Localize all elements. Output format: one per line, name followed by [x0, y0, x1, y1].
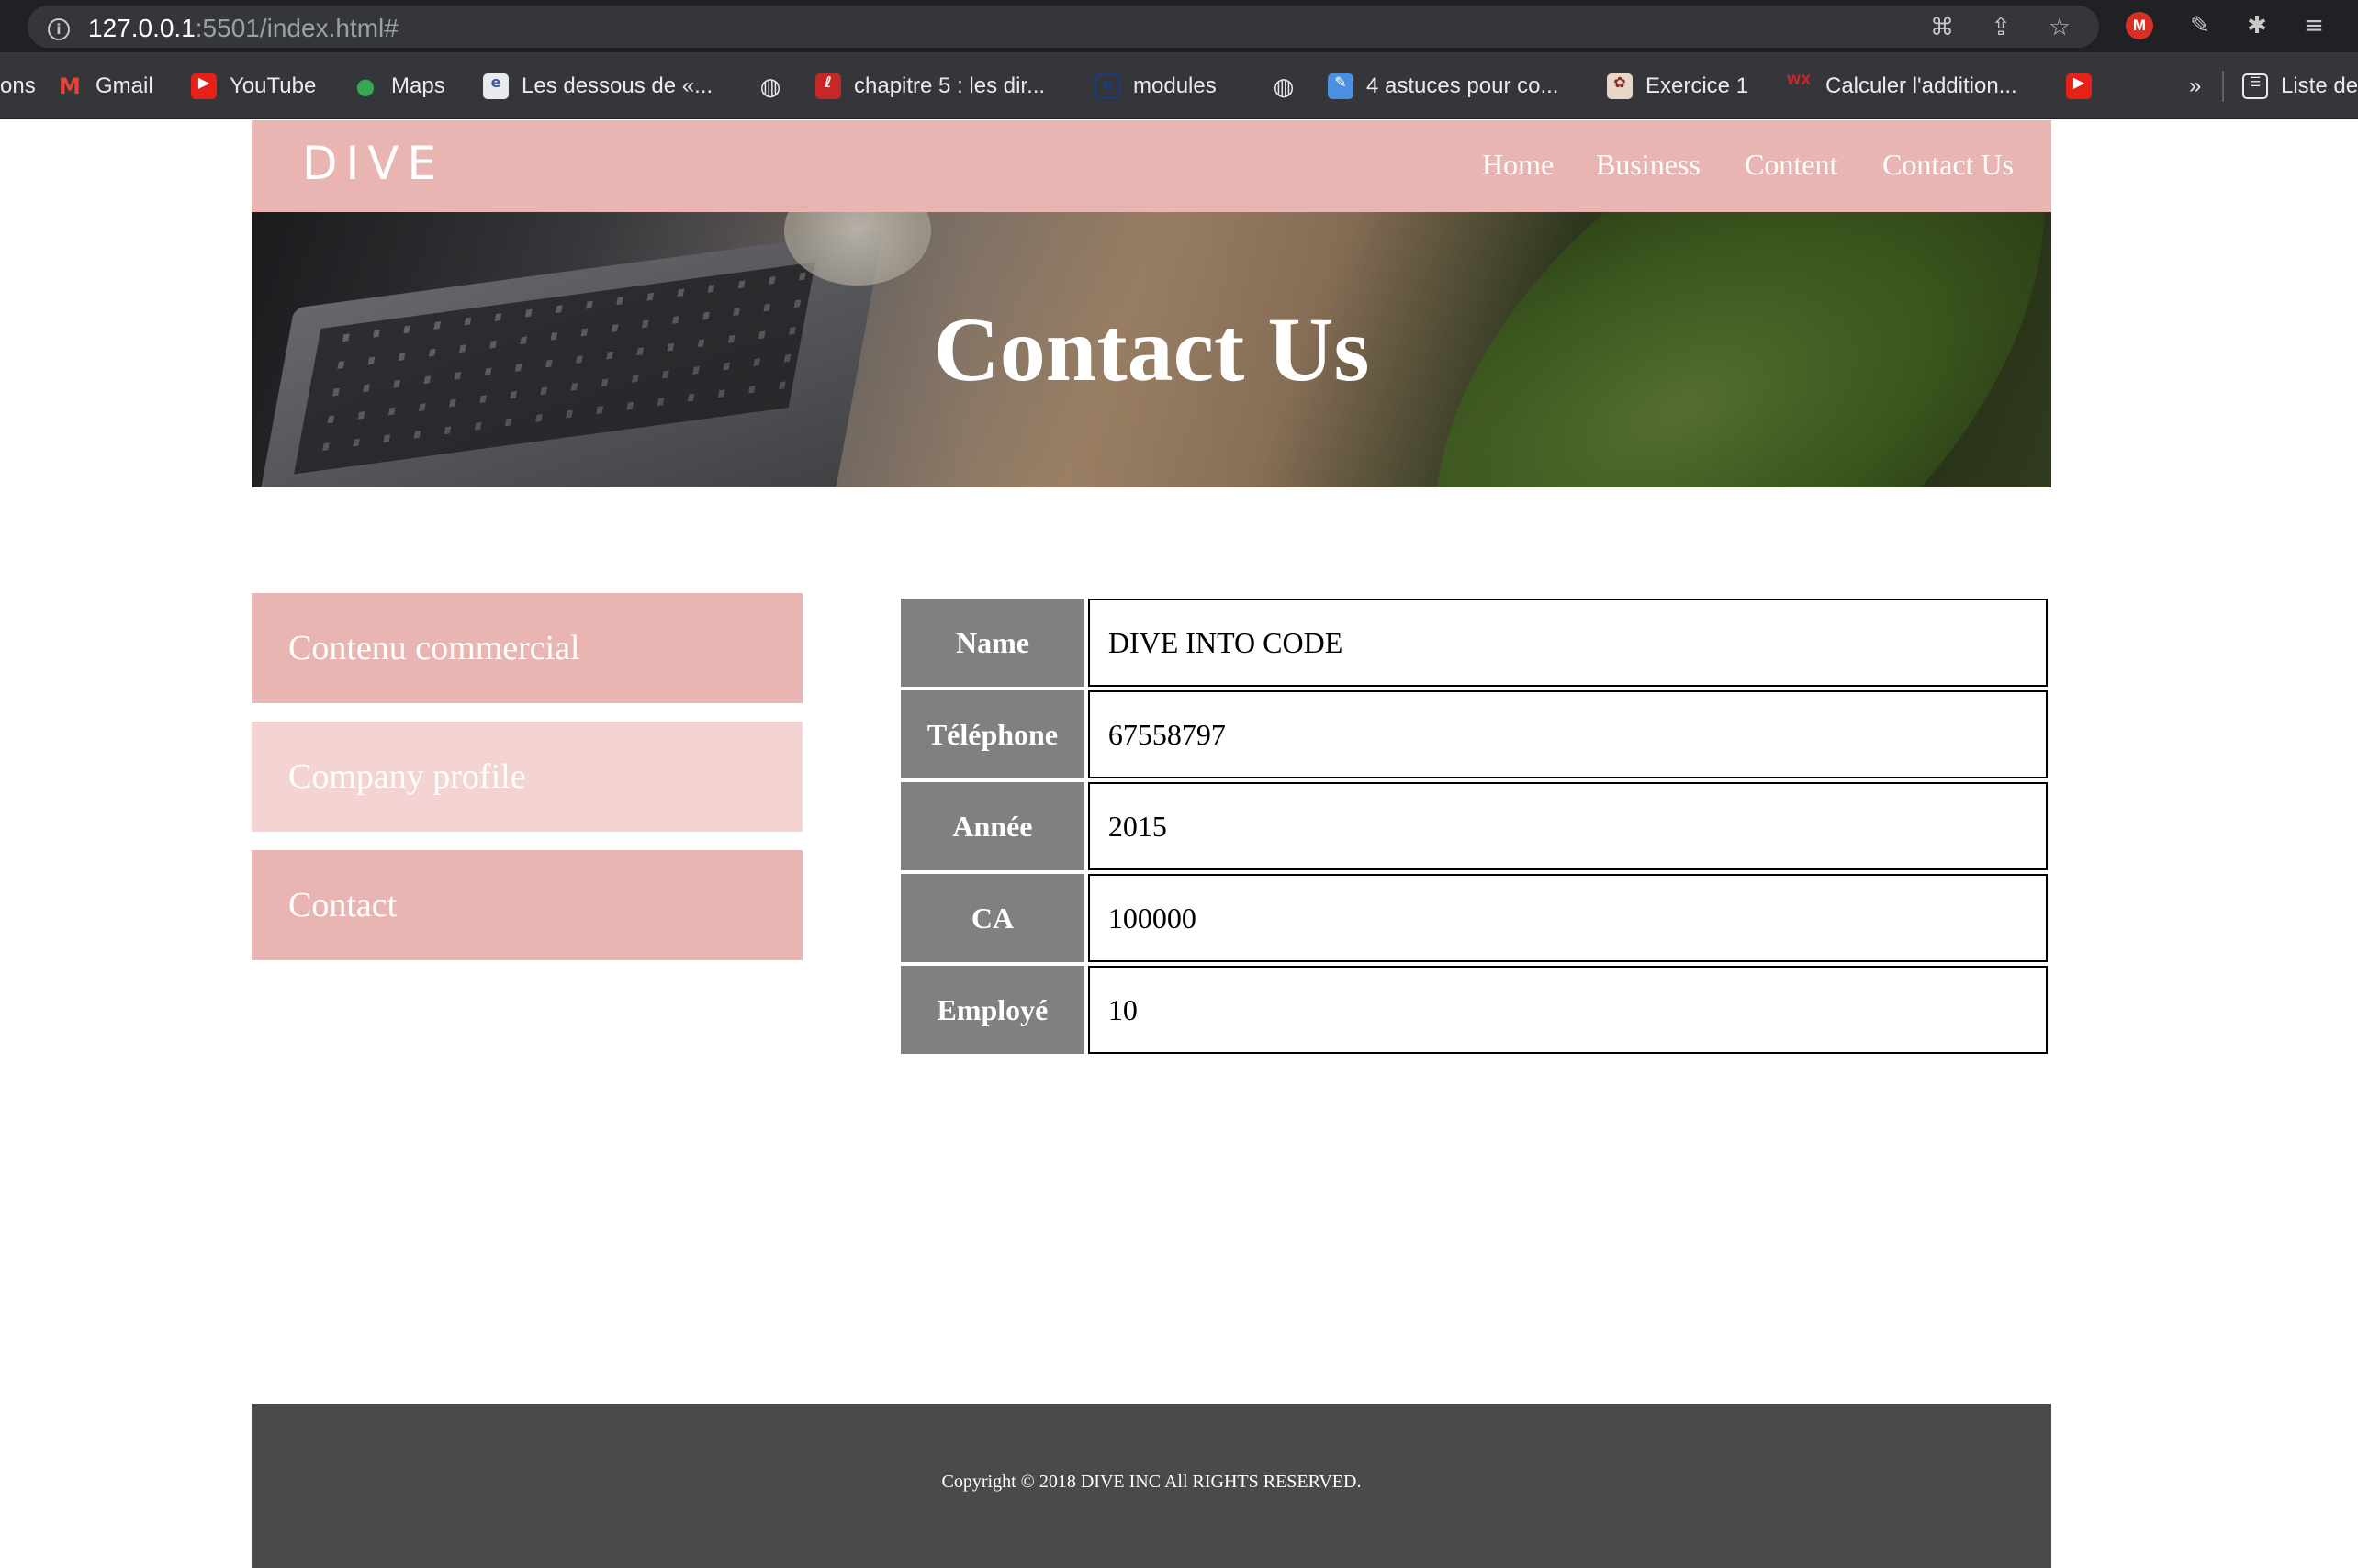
row-header: CA: [901, 874, 1084, 962]
bookmark-label: ons: [0, 73, 36, 98]
chevron-double-right-icon: »: [2189, 73, 2202, 98]
bookmark-label: Les dessous de «...: [522, 73, 713, 98]
table-row: CA 100000: [901, 874, 2048, 962]
address-bar[interactable]: i 127.0.0.1:5501/index.html# ⌘ ⇪ ☆: [28, 6, 2099, 48]
modules-favicon-icon: e: [1095, 73, 1120, 99]
row-header: Employé: [901, 966, 1084, 1054]
bookmark-4-astuces[interactable]: ✎ 4 astuces pour co...: [1328, 52, 1558, 119]
youtube-icon: ▶: [191, 73, 217, 99]
bookmark-youtube[interactable]: ▶ YouTube: [191, 52, 316, 119]
hero-banner: Contact Us: [252, 212, 2051, 487]
openclassrooms-icon: ℓ: [815, 73, 841, 99]
row-value: 100000: [1087, 874, 2048, 962]
site-header: DIVE Home Business Content Contact Us: [252, 120, 2051, 212]
side-menu-item-company-profile[interactable]: Company profile: [252, 722, 803, 832]
company-info-table: Name DIVE INTO CODE Téléphone 67558797 A…: [897, 595, 2051, 1058]
row-value: 67558797: [1087, 690, 2048, 778]
bookmark-gmail[interactable]: M Gmail: [57, 52, 153, 119]
site-favicon-icon: e: [483, 73, 509, 99]
youtube-icon: ▶: [2066, 73, 2092, 99]
globe-icon: ◍: [759, 73, 781, 101]
exercise-favicon-icon: ✿: [1607, 73, 1633, 99]
row-header: Name: [901, 599, 1084, 687]
table-row: Employé 10: [901, 966, 2048, 1054]
row-header: Téléphone: [901, 690, 1084, 778]
row-value: 10: [1087, 966, 2048, 1054]
bookmark-label: Maps: [391, 73, 445, 98]
puzzle-extensions-icon[interactable]: ✱: [2240, 9, 2274, 42]
gmail-icon: M: [59, 73, 81, 99]
site-footer: Copyright © 2018 DIVE INC All RIGHTS RES…: [252, 1404, 2051, 1568]
bookmark-label: chapitre 5 : les dir...: [854, 73, 1046, 98]
nav-content[interactable]: Content: [1745, 148, 1837, 182]
maps-pin-icon: ●: [355, 73, 376, 99]
url-host: 127.0.0.1: [88, 14, 196, 42]
site-logo[interactable]: DIVE: [302, 137, 444, 190]
bookmark-label: 4 astuces pour co...: [1366, 73, 1559, 98]
star-icon[interactable]: ☆: [2044, 13, 2075, 42]
reading-list-icon[interactable]: ≡: [2297, 9, 2330, 42]
bookmark-globe-1[interactable]: ◍: [758, 52, 796, 119]
bookmarks-divider: [2222, 71, 2224, 102]
url-path: :5501/index.html#: [195, 14, 399, 42]
bookmarks-bar: ons M Gmail ▶ YouTube ● Maps e Les desso…: [0, 52, 2358, 119]
page-title: Contact Us: [933, 298, 1370, 400]
bookmark-exercice-1[interactable]: ✿ Exercice 1: [1607, 52, 1748, 119]
bookmark-maps[interactable]: ● Maps: [353, 52, 445, 119]
calculator-favicon-icon: WX: [1786, 73, 1812, 88]
site-info-icon[interactable]: i: [48, 18, 70, 40]
bookmark-label: Exercice 1: [1645, 73, 1749, 98]
bookmark-apps[interactable]: ons: [0, 52, 36, 119]
row-value: DIVE INTO CODE: [1087, 599, 2048, 687]
bookmark-label: Calculer l'addition...: [1825, 73, 2017, 98]
bookmark-youtube-2[interactable]: ▶: [2066, 52, 2105, 119]
translate-icon[interactable]: ⌘: [1926, 13, 1958, 42]
bookmark-les-dessous[interactable]: e Les dessous de «...: [483, 52, 713, 119]
bookmark-modules[interactable]: e modules: [1095, 52, 1217, 119]
pen-extension-icon[interactable]: ✎: [2184, 9, 2217, 42]
bookmark-label: Gmail: [95, 73, 153, 98]
bookmark-calculer[interactable]: WX Calculer l'addition...: [1785, 52, 2017, 119]
reading-list-button[interactable]: ☰ Liste de: [2242, 52, 2358, 119]
globe-icon: ◍: [1273, 73, 1295, 101]
row-value: 2015: [1087, 782, 2048, 870]
side-menu-item-contact[interactable]: Contact: [252, 850, 803, 960]
row-header: Année: [901, 782, 1084, 870]
side-menu-item-contenu-commercial[interactable]: Contenu commercial: [252, 593, 803, 703]
table-row: Name DIVE INTO CODE: [901, 599, 2048, 687]
share-icon[interactable]: ⇪: [1985, 13, 2016, 42]
copyright-text: Copyright © 2018 DIVE INC All RIGHTS RES…: [941, 1472, 1362, 1492]
blue-pen-icon: ✎: [1328, 73, 1353, 99]
bookmark-label: YouTube: [230, 73, 317, 98]
bookmark-label: modules: [1133, 73, 1217, 98]
bookmark-globe-2[interactable]: ◍: [1271, 52, 1309, 119]
bookmark-label: Liste de: [2281, 73, 2358, 98]
list-icon: ☰: [2242, 73, 2268, 99]
more-bookmarks-button[interactable]: »: [2189, 52, 2201, 119]
table-row: Téléphone 67558797: [901, 690, 2048, 778]
extension-m-icon[interactable]: M: [2126, 12, 2153, 39]
browser-toolbar: i 127.0.0.1:5501/index.html# ⌘ ⇪ ☆ M ✎ ✱…: [0, 0, 2358, 52]
bookmark-chapitre-5[interactable]: ℓ chapitre 5 : les dir...: [815, 52, 1045, 119]
table-row: Année 2015: [901, 782, 2048, 870]
nav-home[interactable]: Home: [1482, 148, 1554, 182]
nav-contact-us[interactable]: Contact Us: [1882, 148, 2014, 182]
url-text[interactable]: 127.0.0.1:5501/index.html#: [88, 14, 399, 43]
nav-business[interactable]: Business: [1596, 148, 1701, 182]
